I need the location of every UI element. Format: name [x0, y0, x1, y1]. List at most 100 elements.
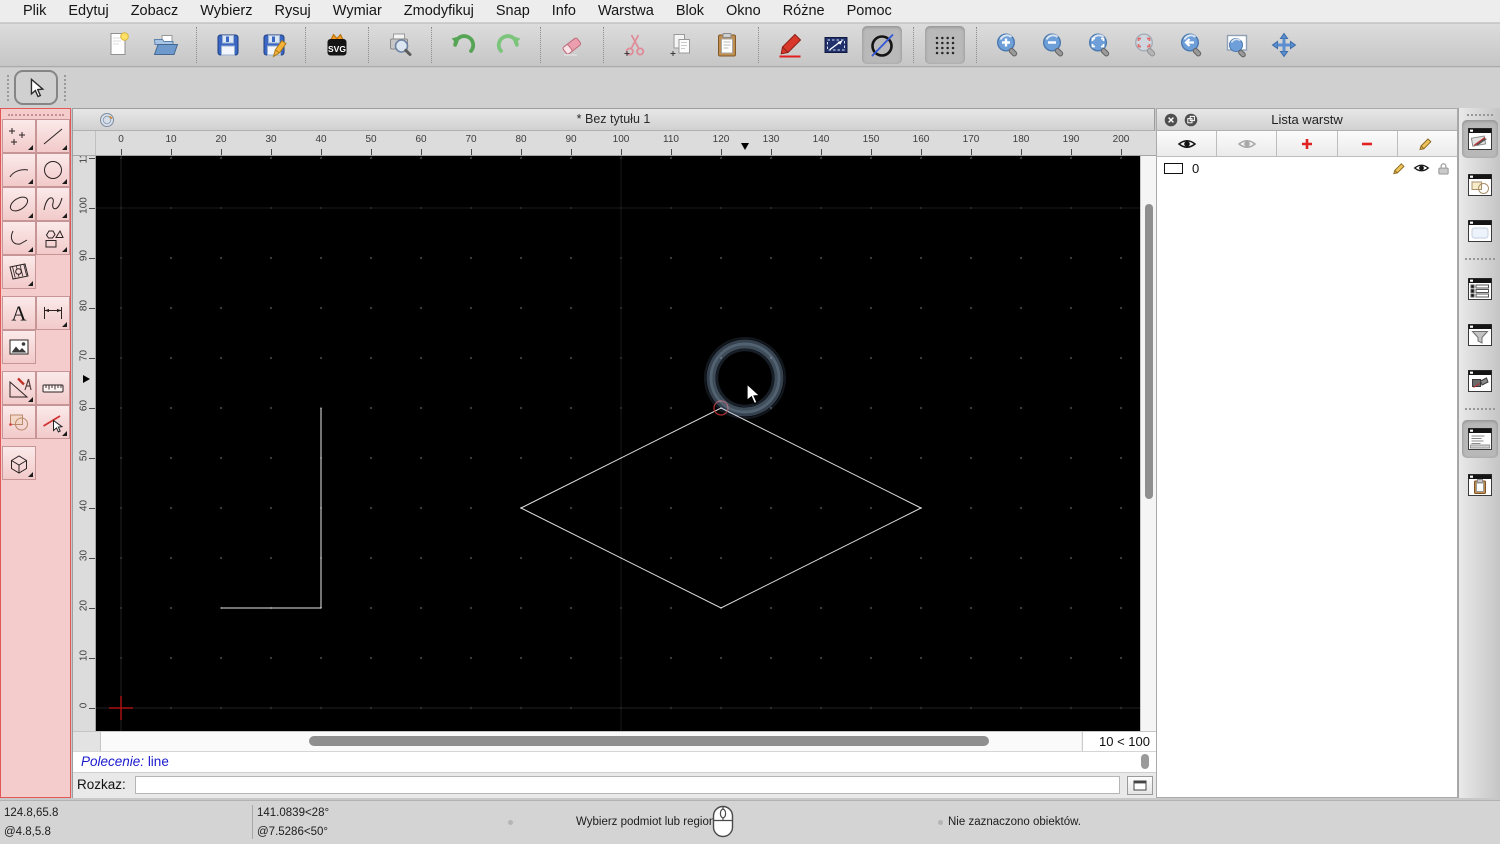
- hruler-label: 120: [712, 134, 730, 145]
- edit-layer-icon: [1417, 136, 1437, 152]
- dock-drag-handle[interactable]: [1466, 114, 1493, 116]
- toolbar-drag-handle[interactable]: [7, 75, 9, 101]
- zoom-pan-button[interactable]: [1264, 26, 1304, 64]
- dock-filter-button[interactable]: [1462, 316, 1498, 354]
- scrollbar-corner-button[interactable]: [73, 732, 101, 751]
- tool-order-button[interactable]: [2, 405, 36, 439]
- layer-row[interactable]: 0: [1157, 157, 1457, 179]
- drawing-canvas[interactable]: [96, 156, 1140, 731]
- tool-measure-button[interactable]: [36, 371, 70, 405]
- dock-block-list-button[interactable]: [1462, 270, 1498, 308]
- pen-palette-icon: [1465, 124, 1495, 154]
- menu-item-edytuj[interactable]: Edytuj: [57, 0, 119, 23]
- menu-item-zobacz[interactable]: Zobacz: [120, 0, 190, 23]
- new-document-button[interactable]: [99, 26, 139, 64]
- command-expand-button[interactable]: [1127, 776, 1153, 795]
- erase-button[interactable]: [552, 26, 592, 64]
- zoom-out-button[interactable]: [1034, 26, 1074, 64]
- menu-item-rozne[interactable]: Różne: [772, 0, 836, 23]
- hruler-tick: [771, 149, 772, 155]
- tool-arcs-button[interactable]: [2, 153, 36, 187]
- hide-all-button[interactable]: [1217, 131, 1278, 156]
- menu-item-wymiar[interactable]: Wymiar: [322, 0, 393, 23]
- command-input[interactable]: [135, 776, 1120, 794]
- grid-toggle-button[interactable]: [925, 26, 965, 64]
- redo-button[interactable]: [489, 26, 529, 64]
- construction-circle-button[interactable]: [862, 26, 902, 64]
- tool-circles-button[interactable]: [36, 153, 70, 187]
- export-svg-button[interactable]: SVG: [317, 26, 357, 64]
- zoom-in-button[interactable]: [988, 26, 1028, 64]
- remove-layer-button[interactable]: [1337, 131, 1398, 156]
- vruler-cursor-marker: [83, 374, 90, 383]
- menu-item-blok[interactable]: Blok: [665, 0, 715, 23]
- block-list-icon: [1465, 274, 1495, 304]
- show-all-button[interactable]: [1157, 131, 1218, 156]
- zoom-selected-button[interactable]: [1126, 26, 1166, 64]
- horizontal-scrollbar-thumb[interactable]: [309, 736, 989, 746]
- open-file-button[interactable]: [145, 26, 185, 64]
- vruler-tick: [89, 558, 95, 559]
- dock-pen-tool-button[interactable]: [1462, 362, 1498, 400]
- palette-drag-handle[interactable]: [7, 114, 64, 116]
- layer-visibility-eye-icon[interactable]: [1413, 161, 1430, 175]
- pen-attributes-button[interactable]: [770, 26, 810, 64]
- menu-item-okno[interactable]: Okno: [715, 0, 772, 23]
- vertical-scrollbar-thumb[interactable]: [1144, 204, 1153, 499]
- selection-window-button[interactable]: [816, 26, 856, 64]
- cut-button[interactable]: [615, 26, 655, 64]
- tool-text-button[interactable]: A: [2, 296, 36, 330]
- menu-item-zmodyfikuj[interactable]: Zmodyfikuj: [393, 0, 485, 23]
- edit-layer-button[interactable]: [1397, 131, 1458, 156]
- undo-button[interactable]: [443, 26, 483, 64]
- tool-dimensions-button[interactable]: [36, 296, 70, 330]
- layer-lock-icon[interactable]: [1437, 161, 1450, 176]
- dock-command-widget-button[interactable]: [1461, 420, 1498, 458]
- add-layer-icon: [1297, 136, 1317, 152]
- tool-hatches-button[interactable]: [2, 255, 36, 289]
- menu-item-pomoc[interactable]: Pomoc: [836, 0, 903, 23]
- tool-splines-button[interactable]: [36, 187, 70, 221]
- zoom-previous-button[interactable]: [1172, 26, 1212, 64]
- vertical-scrollbar[interactable]: [1140, 156, 1156, 731]
- vruler-label: 110: [79, 156, 90, 166]
- add-layer-button[interactable]: [1277, 131, 1338, 156]
- polygons-icon: [40, 225, 66, 251]
- menu-item-warstwa[interactable]: Warstwa: [587, 0, 665, 23]
- save-as-button[interactable]: [254, 26, 294, 64]
- menu-item-plik[interactable]: Plik: [12, 0, 57, 23]
- document-titlebar[interactable]: * Bez tytułu 1: [73, 109, 1154, 131]
- tool-images-button[interactable]: [2, 330, 36, 364]
- menu-item-info[interactable]: Info: [541, 0, 587, 23]
- tool-lines-button[interactable]: [36, 119, 70, 153]
- copy-button[interactable]: [661, 26, 701, 64]
- dock-pen-palette-button[interactable]: [1461, 120, 1498, 158]
- menu-item-rysuj[interactable]: Rysuj: [264, 0, 322, 23]
- statusbar-handle-dot: [938, 820, 943, 825]
- dock-blank-panel-button[interactable]: [1462, 212, 1498, 250]
- toolbar-drag-handle[interactable]: [64, 75, 66, 101]
- tool-points-button[interactable]: [2, 119, 36, 153]
- menu-item-snap[interactable]: Snap: [485, 0, 541, 23]
- zoom-auto-button[interactable]: [1080, 26, 1120, 64]
- paste-button[interactable]: [707, 26, 747, 64]
- dock-entity-info-button[interactable]: [1462, 166, 1498, 204]
- horizontal-scrollbar[interactable]: [101, 732, 1081, 751]
- zoom-window-button[interactable]: [1218, 26, 1258, 64]
- tool-modify-attributes-button[interactable]: [36, 405, 70, 439]
- dock-clipboard-button[interactable]: [1462, 466, 1498, 504]
- menu-item-wybierz[interactable]: Wybierz: [189, 0, 263, 23]
- print-preview-button[interactable]: [380, 26, 420, 64]
- command-history-scrollbar[interactable]: [1141, 754, 1149, 769]
- horizontal-ruler: 0 10 20 30 40 50 60 70 80 90 100 110 120 130 140 150 160…: [96, 131, 1156, 156]
- select-tool-button[interactable]: [14, 70, 58, 105]
- save-button[interactable]: [208, 26, 248, 64]
- tool-solids-button[interactable]: [2, 446, 36, 480]
- layers-panel-titlebar[interactable]: Lista warstw: [1157, 109, 1457, 131]
- layer-edit-pencil-icon[interactable]: [1391, 161, 1406, 176]
- tool-ellipses-button[interactable]: [2, 187, 36, 221]
- hruler-tick: [471, 149, 472, 155]
- tool-polylines-button[interactable]: [2, 221, 36, 255]
- tool-drafting-button[interactable]: [2, 371, 36, 405]
- tool-polygons-button[interactable]: [36, 221, 70, 255]
